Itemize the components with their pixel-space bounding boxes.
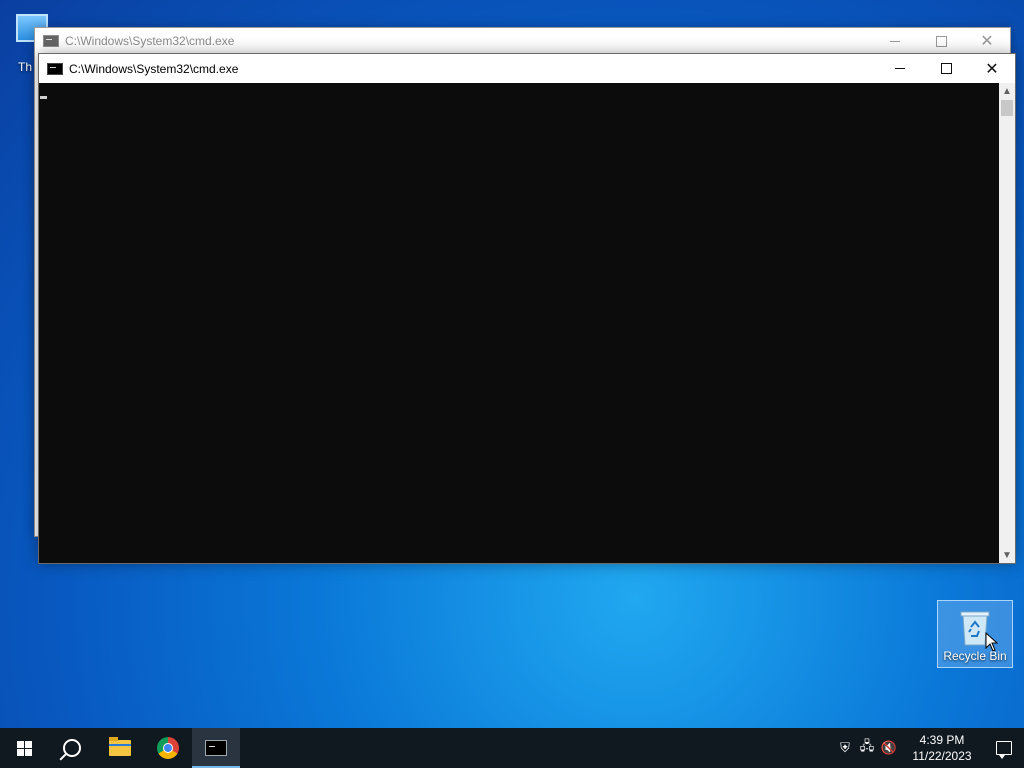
title-bar[interactable]: C:\Windows\System32\cmd.exe ✕ — [39, 54, 1015, 83]
search-icon — [63, 739, 81, 757]
close-icon: ✕ — [985, 60, 999, 78]
close-icon: ✕ — [980, 33, 994, 50]
maximize-button[interactable] — [923, 54, 969, 83]
cmd-icon — [47, 62, 63, 75]
taskbar-cmd[interactable] — [192, 728, 240, 768]
recycle-bin-label: Recycle Bin — [943, 649, 1007, 663]
taskbar: ⛨ 🖧 🔇 4:39 PM 11/22/2023 — [0, 728, 1024, 768]
start-button[interactable] — [0, 728, 48, 768]
mouse-pointer-icon — [985, 632, 999, 652]
minimize-button[interactable] — [877, 54, 923, 83]
network-icon[interactable]: 🖧 — [856, 728, 878, 768]
cmd-icon — [43, 35, 59, 47]
chevron-up-icon: ▲ — [1002, 85, 1012, 97]
windows-logo-icon — [16, 740, 32, 756]
security-warning-icon[interactable]: ⛨ — [834, 728, 856, 768]
text-cursor — [40, 96, 47, 99]
taskbar-chrome[interactable] — [144, 728, 192, 768]
console-output-area[interactable] — [39, 83, 999, 563]
recycle-bin-desktop-icon[interactable]: Recycle Bin — [937, 600, 1013, 668]
scroll-down-button[interactable]: ▼ — [999, 547, 1015, 563]
this-pc-label: Th — [18, 60, 33, 74]
chrome-icon — [157, 737, 179, 759]
chevron-down-icon: ▼ — [1002, 549, 1012, 561]
vertical-scrollbar[interactable]: ▲ ▼ — [999, 83, 1015, 563]
close-button[interactable]: ✕ — [964, 28, 1010, 54]
volume-muted-icon[interactable]: 🔇 — [878, 728, 900, 768]
window-title: C:\Windows\System32\cmd.exe — [69, 61, 239, 76]
scroll-up-button[interactable]: ▲ — [999, 83, 1015, 99]
clock-time: 4:39 PM — [919, 733, 965, 747]
scroll-thumb[interactable] — [1001, 100, 1013, 116]
system-tray: ⛨ 🖧 🔇 4:39 PM 11/22/2023 — [834, 728, 1024, 768]
title-bar[interactable]: C:\Windows\System32\cmd.exe ✕ — [35, 28, 1010, 54]
search-button[interactable] — [48, 728, 96, 768]
minimize-button[interactable] — [872, 28, 918, 54]
file-explorer-icon — [109, 737, 131, 756]
window-title: C:\Windows\System32\cmd.exe — [65, 34, 235, 48]
clock-date: 11/22/2023 — [912, 749, 972, 763]
action-center-button[interactable] — [984, 728, 1024, 768]
maximize-button[interactable] — [918, 28, 964, 54]
taskbar-file-explorer[interactable] — [96, 728, 144, 768]
clock[interactable]: 4:39 PM 11/22/2023 — [906, 732, 978, 764]
cmd-window[interactable]: C:\Windows\System32\cmd.exe ✕ ▲ ▼ — [38, 53, 1016, 564]
cmd-icon — [205, 740, 227, 756]
notification-icon — [996, 741, 1012, 759]
close-button[interactable]: ✕ — [969, 54, 1015, 83]
